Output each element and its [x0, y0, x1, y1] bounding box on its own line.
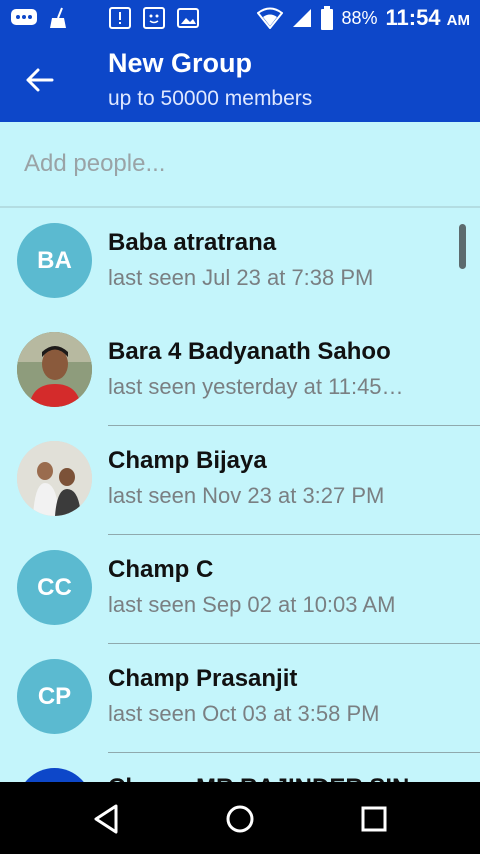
contact-name: Champ MR RAJINDER SIN [108, 774, 409, 782]
add-people-input[interactable] [24, 144, 444, 184]
navigation-bar [0, 782, 480, 854]
battery-icon [321, 6, 334, 30]
system-status: 88% 11:54 AM [257, 5, 470, 31]
back-button[interactable] [24, 66, 56, 94]
square-recents-icon [361, 806, 387, 832]
scrollbar-thumb[interactable] [459, 224, 466, 269]
signal-icon [293, 9, 312, 27]
contact-last-seen: last seen Nov 23 at 3:27 PM [108, 483, 385, 508]
person-photo-icon [17, 332, 92, 407]
avatar: BA [17, 223, 92, 298]
contact-name: Champ C [108, 556, 214, 583]
wifi-icon [257, 7, 284, 29]
contact-name: Champ Bijaya [108, 447, 267, 474]
battery-percent: 88% [341, 7, 378, 28]
contact-row[interactable]: CC Champ C last seen Sep 02 at 10:03 AM [0, 535, 480, 644]
status-bar: 88% 11:54 AM [0, 0, 480, 38]
avatar: CP [17, 659, 92, 734]
arrow-back-icon [26, 68, 54, 92]
face-message-icon [143, 7, 165, 29]
nav-back-button[interactable] [90, 802, 124, 836]
alert-message-icon [109, 7, 131, 29]
triangle-back-icon [94, 804, 118, 834]
contact-name: Bara 4 Badyanath Sahoo [108, 338, 391, 365]
contact-row[interactable]: BA Baba atratrana last seen Jul 23 at 7:… [0, 208, 480, 317]
contact-name: Champ Prasanjit [108, 665, 298, 692]
people-photo-icon [17, 441, 92, 516]
page-subtitle: up to 50000 members [108, 87, 313, 110]
circle-home-icon [226, 805, 254, 833]
page-title: New Group [108, 48, 253, 78]
contact-last-seen: last seen Oct 03 at 3:58 PM [108, 701, 380, 726]
contact-row[interactable]: Champ MR RAJINDER SIN [0, 753, 480, 782]
nav-home-button[interactable] [223, 802, 257, 836]
chat-icon [11, 9, 37, 25]
nav-recents-button[interactable] [357, 802, 391, 836]
contact-row[interactable]: Champ Bijaya last seen Nov 23 at 3:27 PM [0, 426, 480, 535]
contact-last-seen: last seen Sep 02 at 10:03 AM [108, 592, 396, 617]
avatar-photo [17, 332, 92, 407]
app-bar: New Group up to 50000 members [0, 38, 480, 122]
contact-row[interactable]: CP Champ Prasanjit last seen Oct 03 at 3… [0, 644, 480, 753]
broom-icon [50, 7, 66, 28]
contact-last-seen: last seen yesterday at 11:45… [108, 374, 404, 399]
avatar: CC [17, 550, 92, 625]
avatar-photo [17, 441, 92, 516]
avatar [17, 768, 92, 782]
contact-row[interactable]: Bara 4 Badyanath Sahoo last seen yesterd… [0, 317, 480, 426]
clock: 11:54 AM [385, 5, 470, 30]
contact-last-seen: last seen Jul 23 at 7:38 PM [108, 265, 374, 290]
notification-icons [10, 6, 200, 30]
add-people-bar [0, 122, 480, 208]
contact-list[interactable]: BA Baba atratrana last seen Jul 23 at 7:… [0, 208, 480, 782]
image-icon [177, 8, 199, 28]
contact-name: Baba atratrana [108, 229, 277, 256]
